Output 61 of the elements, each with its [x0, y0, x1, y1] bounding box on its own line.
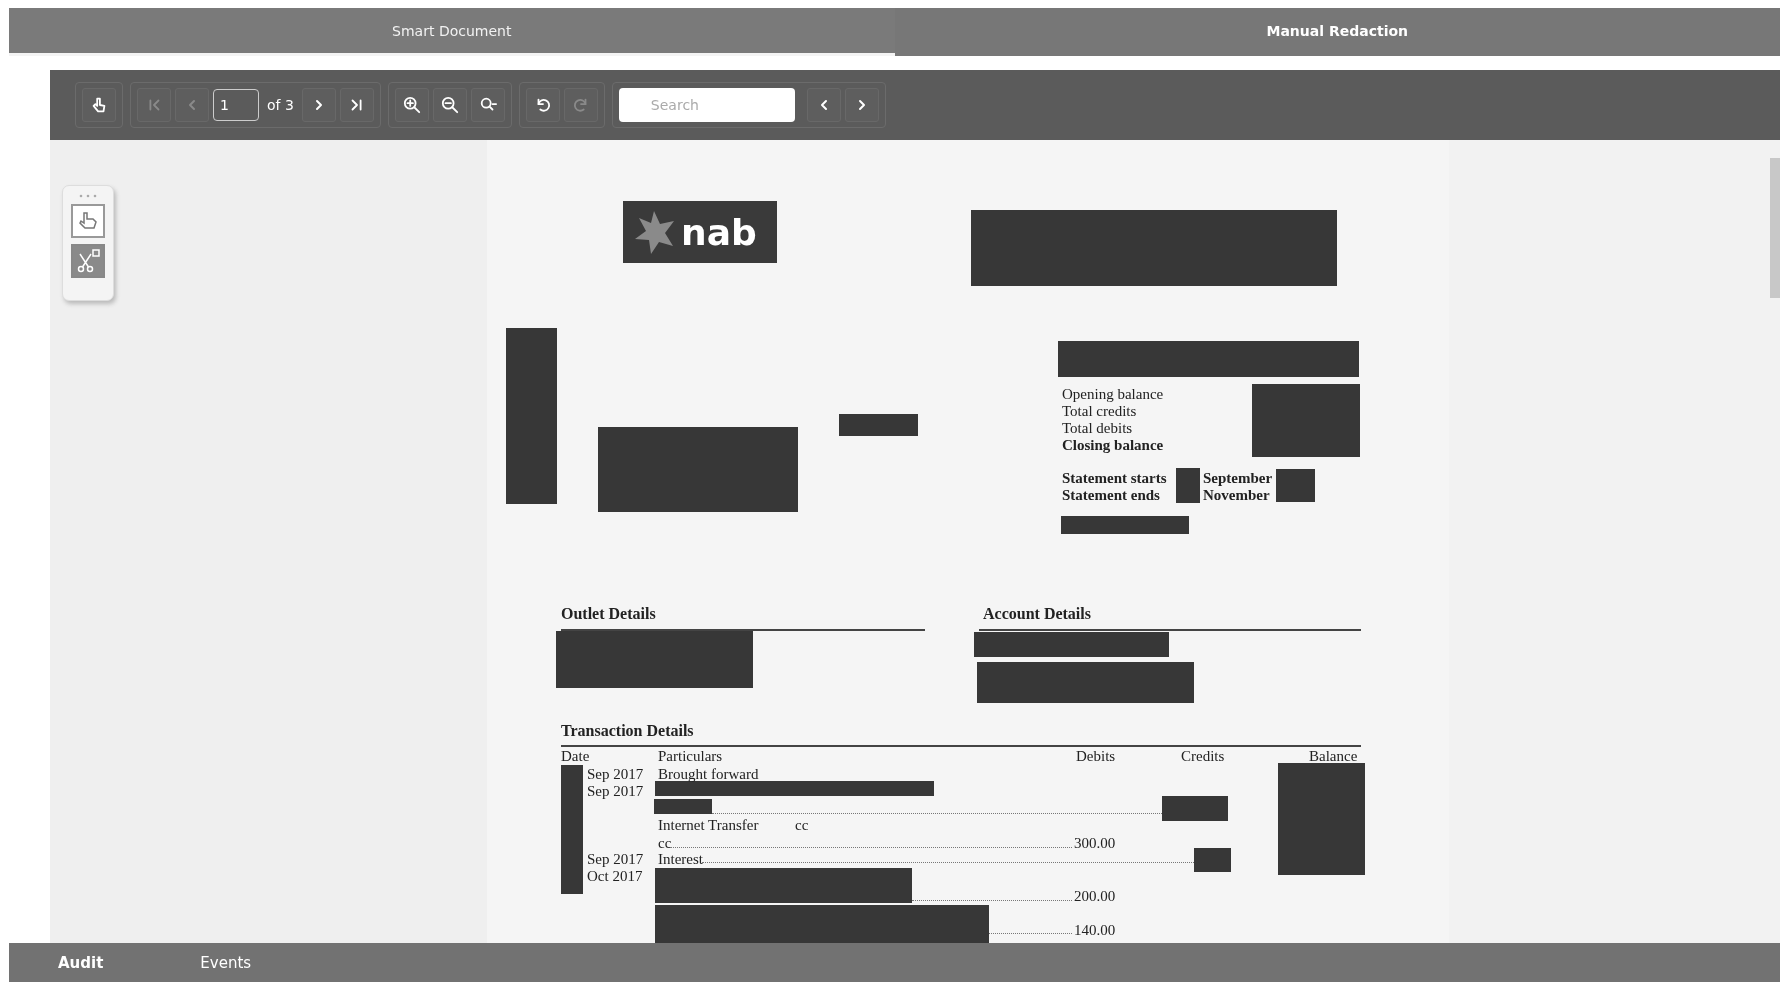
- scissors-icon: [75, 248, 101, 274]
- redaction-block: [1276, 469, 1315, 502]
- tool-button[interactable]: [71, 204, 105, 238]
- column-header: Debits: [1076, 747, 1116, 765]
- zoom-out-icon: [440, 96, 459, 114]
- debit-amount: 200.00: [1074, 887, 1116, 905]
- toolbar-button[interactable]: [82, 88, 116, 122]
- transaction-particulars: Interest: [658, 850, 703, 868]
- transaction-date: Sep 2017: [587, 765, 644, 783]
- tab[interactable]: Smart Document: [9, 8, 895, 56]
- toolbar-button[interactable]: [301, 88, 336, 122]
- column-header: Balance: [1309, 747, 1358, 765]
- touch-icon: [90, 96, 108, 114]
- transaction-particulars: Brought forward: [658, 765, 759, 783]
- chevron-right-icon: [857, 99, 866, 111]
- debit-amount: 300.00: [1074, 834, 1116, 852]
- toolbar-button[interactable]: [470, 88, 505, 122]
- summary-label: Total debits: [1062, 419, 1133, 437]
- transaction-date: Sep 2017: [587, 850, 644, 868]
- column-header: Credits: [1181, 747, 1225, 765]
- toolbar-button[interactable]: [806, 88, 841, 122]
- redaction-block: [1194, 848, 1231, 872]
- transaction-particulars: Internet Transfer: [658, 816, 759, 834]
- redaction-block: [1162, 796, 1228, 821]
- scrollbar-thumb[interactable]: [1770, 158, 1780, 298]
- period-month: November: [1203, 486, 1270, 504]
- section-heading: Outlet Details: [561, 605, 656, 623]
- zoom-in-icon: [402, 96, 421, 114]
- summary-label: Opening balance: [1062, 385, 1164, 403]
- summary-label: Closing balance: [1062, 436, 1164, 454]
- period-month: September: [1203, 469, 1273, 487]
- toolbar-button[interactable]: [339, 88, 374, 122]
- tool-button[interactable]: [71, 244, 105, 278]
- nab-logo: nab: [623, 201, 777, 263]
- drag-handle-icon: [78, 194, 98, 198]
- period-label: Statement starts: [1062, 469, 1167, 487]
- tab[interactable]: Audit: [58, 953, 104, 972]
- toolbar-button[interactable]: [394, 88, 429, 122]
- tab[interactable]: Events: [200, 953, 252, 972]
- chevron-right-icon: [314, 99, 323, 111]
- section-heading: Account Details: [983, 605, 1091, 623]
- section-heading: Transaction Details: [561, 722, 694, 740]
- transaction-particulars: cc: [658, 834, 672, 852]
- redaction-block: [1176, 468, 1200, 503]
- column-header: Date: [561, 747, 590, 765]
- transaction-date: Sep 2017: [587, 782, 644, 800]
- page-count: of 3: [267, 97, 294, 113]
- transaction-date: Oct 2017: [587, 867, 643, 885]
- toolbar-button[interactable]: [432, 88, 467, 122]
- period-label: Statement ends: [1062, 486, 1160, 504]
- debit-amount: 140.00: [1074, 921, 1116, 939]
- search-field[interactable]: Search: [618, 88, 795, 122]
- column-header: Particulars: [658, 747, 723, 765]
- toolbar-button[interactable]: [525, 88, 560, 122]
- toolbar-button[interactable]: [844, 88, 879, 122]
- page-number-field[interactable]: 1: [213, 89, 259, 121]
- chevron-left-icon: [819, 99, 828, 111]
- summary-label: Total credits: [1062, 402, 1137, 420]
- redaction-block: [654, 799, 712, 814]
- chevron-left-icon: [188, 99, 196, 111]
- transaction-note: cc: [795, 816, 809, 834]
